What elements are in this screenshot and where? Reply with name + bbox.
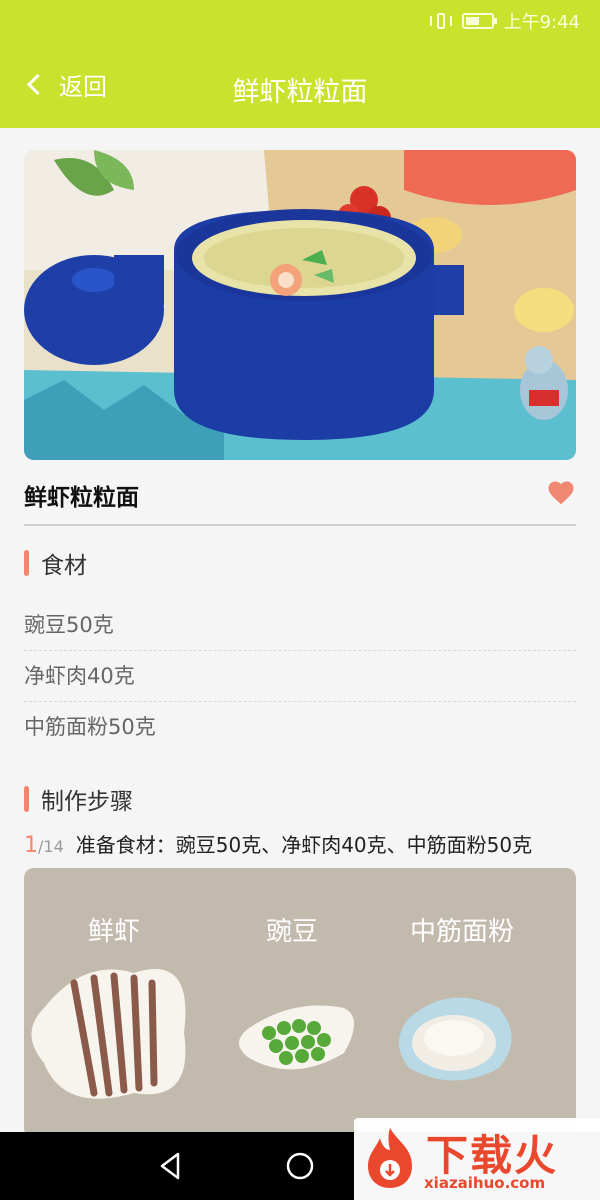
steps-heading: 制作步骤 <box>24 784 576 815</box>
recipe-name: 鲜虾粒粒面 <box>24 485 139 511</box>
watermark: 下载火 xiazaihuo.com <box>354 1118 600 1200</box>
ingredients-title: 食材 <box>41 553 87 579</box>
recipe-hero-image <box>24 150 576 460</box>
recipe-content: 鲜虾粒粒面 食材 豌豆50克 净虾肉40克 中筋面粉50克 制作步骤 1/14 准… <box>24 150 576 1138</box>
photo-label-shrimp: 鲜虾 <box>88 917 140 947</box>
section-marker <box>24 786 29 812</box>
ingredients-photo: 鲜虾 豌豆 中筋面粉 <box>24 868 576 1138</box>
ingredient-item: 净虾肉40克 <box>24 651 576 702</box>
step-image: 鲜虾 豌豆 中筋面粉 <box>24 868 576 1138</box>
recipe-header: 鲜虾粒粒面 <box>24 460 576 526</box>
step-text: 准备食材：豌豆50克、净虾肉40克、中筋面粉50克 <box>75 833 533 857</box>
step-description: 1/14 准备食材：豌豆50克、净虾肉40克、中筋面粉50克 <box>24 832 576 860</box>
status-bar: 上午9:44 <box>0 0 600 40</box>
step-number: 1 <box>24 833 38 858</box>
status-time: 上午9:44 <box>503 12 580 33</box>
photo-label-flour: 中筋面粉 <box>410 917 514 947</box>
battery-icon <box>461 13 497 29</box>
ingredient-item: 豌豆50克 <box>24 600 576 651</box>
home-circle-icon[interactable] <box>280 1146 320 1186</box>
heart-icon[interactable] <box>546 478 576 508</box>
ingredient-item: 中筋面粉50克 <box>24 715 156 739</box>
ingredients-heading: 食材 <box>24 548 576 579</box>
section-marker <box>24 550 29 576</box>
vibrate-icon <box>429 12 452 30</box>
noodle-pot-photo <box>24 150 576 460</box>
battery-fill <box>465 17 479 25</box>
step-total: /14 <box>38 837 64 856</box>
flame-logo-icon <box>368 1128 412 1188</box>
steps-title: 制作步骤 <box>41 789 133 815</box>
app-bar: 返回 鲜虾粒粒面 <box>0 40 600 128</box>
photo-label-peas: 豌豆 <box>266 917 318 947</box>
ingredients-list: 豌豆50克 净虾肉40克 中筋面粉50克 <box>24 600 576 752</box>
back-triangle-icon[interactable] <box>150 1146 190 1186</box>
watermark-url: xiazaihuo.com <box>424 1174 546 1192</box>
page-title: 鲜虾粒粒面 <box>232 77 368 108</box>
status-icons: 上午9:44 <box>429 8 580 34</box>
